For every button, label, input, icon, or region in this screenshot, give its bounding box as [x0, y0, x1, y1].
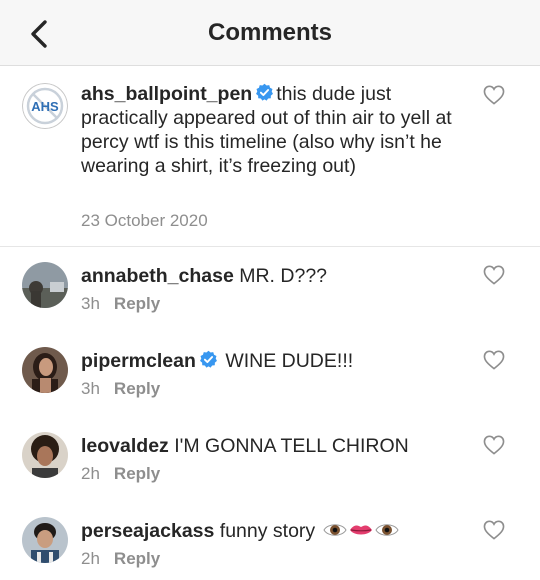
comment-time: 2h	[81, 464, 100, 483]
comment-item: leovaldez I'M GONNA TELL CHIRON 2h Reply	[0, 417, 540, 502]
avatar[interactable]	[22, 517, 68, 563]
reply-button[interactable]: Reply	[114, 464, 160, 483]
avatar[interactable]	[22, 262, 68, 308]
reply-button[interactable]: Reply	[114, 549, 160, 568]
comment-item: pipermclean WINE DUDE!!! 3h Reply	[0, 332, 540, 417]
eye-emoji-icon	[375, 524, 399, 536]
comment-meta: 3h Reply	[81, 294, 160, 314]
avatar[interactable]	[22, 347, 68, 393]
heart-icon[interactable]	[483, 85, 505, 105]
verified-badge-icon	[256, 83, 274, 101]
comment-meta: 2h Reply	[81, 464, 160, 484]
comment-time: 2h	[81, 549, 100, 568]
comment-text: pipermclean WINE DUDE!!!	[81, 349, 466, 373]
comment-time: 3h	[81, 379, 100, 398]
comment-time: 3h	[81, 294, 100, 313]
caption-text: ahs_ballpoint_pen this dude just practic…	[81, 82, 466, 178]
comment-item: annabeth_chase MR. D??? 3h Reply	[0, 247, 540, 332]
verified-badge-icon	[199, 350, 217, 368]
comment-meta: 3h Reply	[81, 379, 160, 399]
caption-username[interactable]: ahs_ballpoint_pen	[81, 83, 252, 105]
reply-button[interactable]: Reply	[114, 294, 160, 313]
avatar[interactable]: AHS	[22, 83, 68, 129]
comment-username[interactable]: pipermclean	[81, 350, 196, 372]
comment-text: annabeth_chase MR. D???	[81, 264, 466, 288]
page-title: Comments	[207, 19, 333, 46]
post-caption: AHS ahs_ballpoint_pen this dude just pra…	[0, 66, 540, 247]
heart-icon[interactable]	[483, 520, 505, 540]
comment-body: MR. D???	[239, 265, 328, 287]
comment-item: perseajackass funny story 2h Reply	[0, 502, 540, 580]
comment-body: I'M GONNA TELL CHIRON	[174, 435, 409, 457]
heart-icon[interactable]	[483, 350, 505, 370]
comment-body: funny story	[219, 520, 316, 542]
comment-username[interactable]: annabeth_chase	[81, 265, 234, 287]
avatar[interactable]	[22, 432, 68, 478]
heart-icon[interactable]	[483, 435, 505, 455]
eye-emoji-icon	[323, 524, 347, 536]
comment-text: perseajackass funny story	[81, 519, 466, 543]
comment-body: WINE DUDE!!!	[225, 350, 354, 372]
lips-emoji-icon	[349, 525, 372, 535]
comment-username[interactable]: perseajackass	[81, 520, 214, 542]
header-bar: Comments	[0, 0, 540, 66]
comment-username[interactable]: leovaldez	[81, 435, 169, 457]
reply-button[interactable]: Reply	[114, 379, 160, 398]
avatar-logo-text: AHS	[31, 99, 59, 114]
caption-date: 23 October 2020	[81, 211, 208, 230]
heart-icon[interactable]	[483, 265, 505, 285]
comment-text: leovaldez I'M GONNA TELL CHIRON	[81, 434, 466, 458]
comment-meta: 2h Reply	[81, 549, 160, 569]
